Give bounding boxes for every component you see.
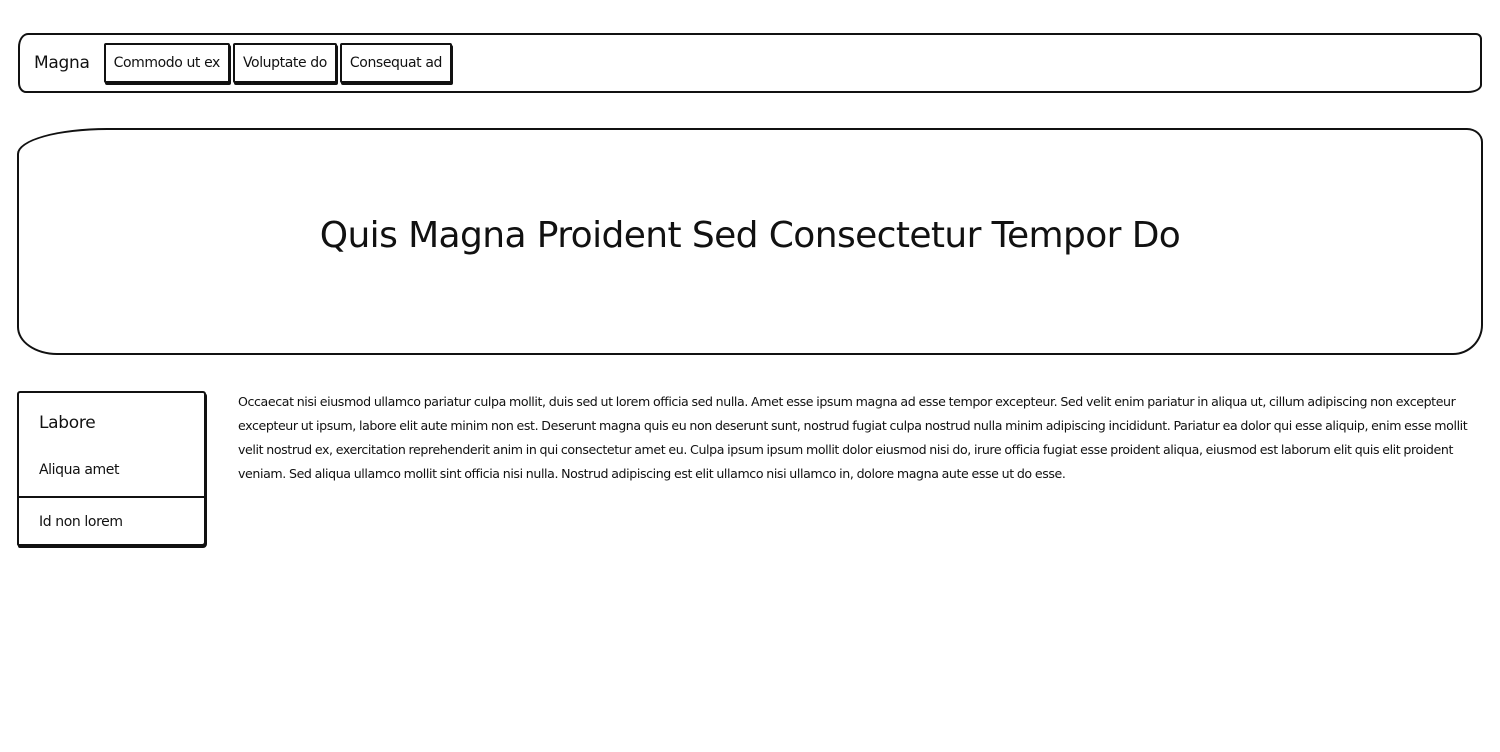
nav-button-voluptate[interactable]: Voluptate do [232,43,337,83]
nav-button-commodo[interactable]: Commodo ut ex [103,43,230,83]
sidebar-header: Labore [39,412,96,433]
top-navbar: Magna Commodo ut ex Voluptate do Consequ… [18,33,1482,93]
body-paragraph: Occaecat nisi eiusmod ullamco pariatur c… [238,394,1468,481]
sidebar-item-aliqua-amet[interactable]: Aliqua amet [19,450,204,496]
sidebar-list: Labore Aliqua amet Id non lorem [17,391,206,546]
nav-button-consequat[interactable]: Consequat ad [339,43,452,83]
hero-banner: Quis Magna Proident Sed Consectetur Temp… [17,128,1483,355]
brand-name[interactable]: Magna [34,53,90,73]
hero-title: Quis Magna Proident Sed Consectetur Temp… [319,215,1181,256]
sidebar-item-id-non-lorem[interactable]: Id non lorem [19,496,204,544]
